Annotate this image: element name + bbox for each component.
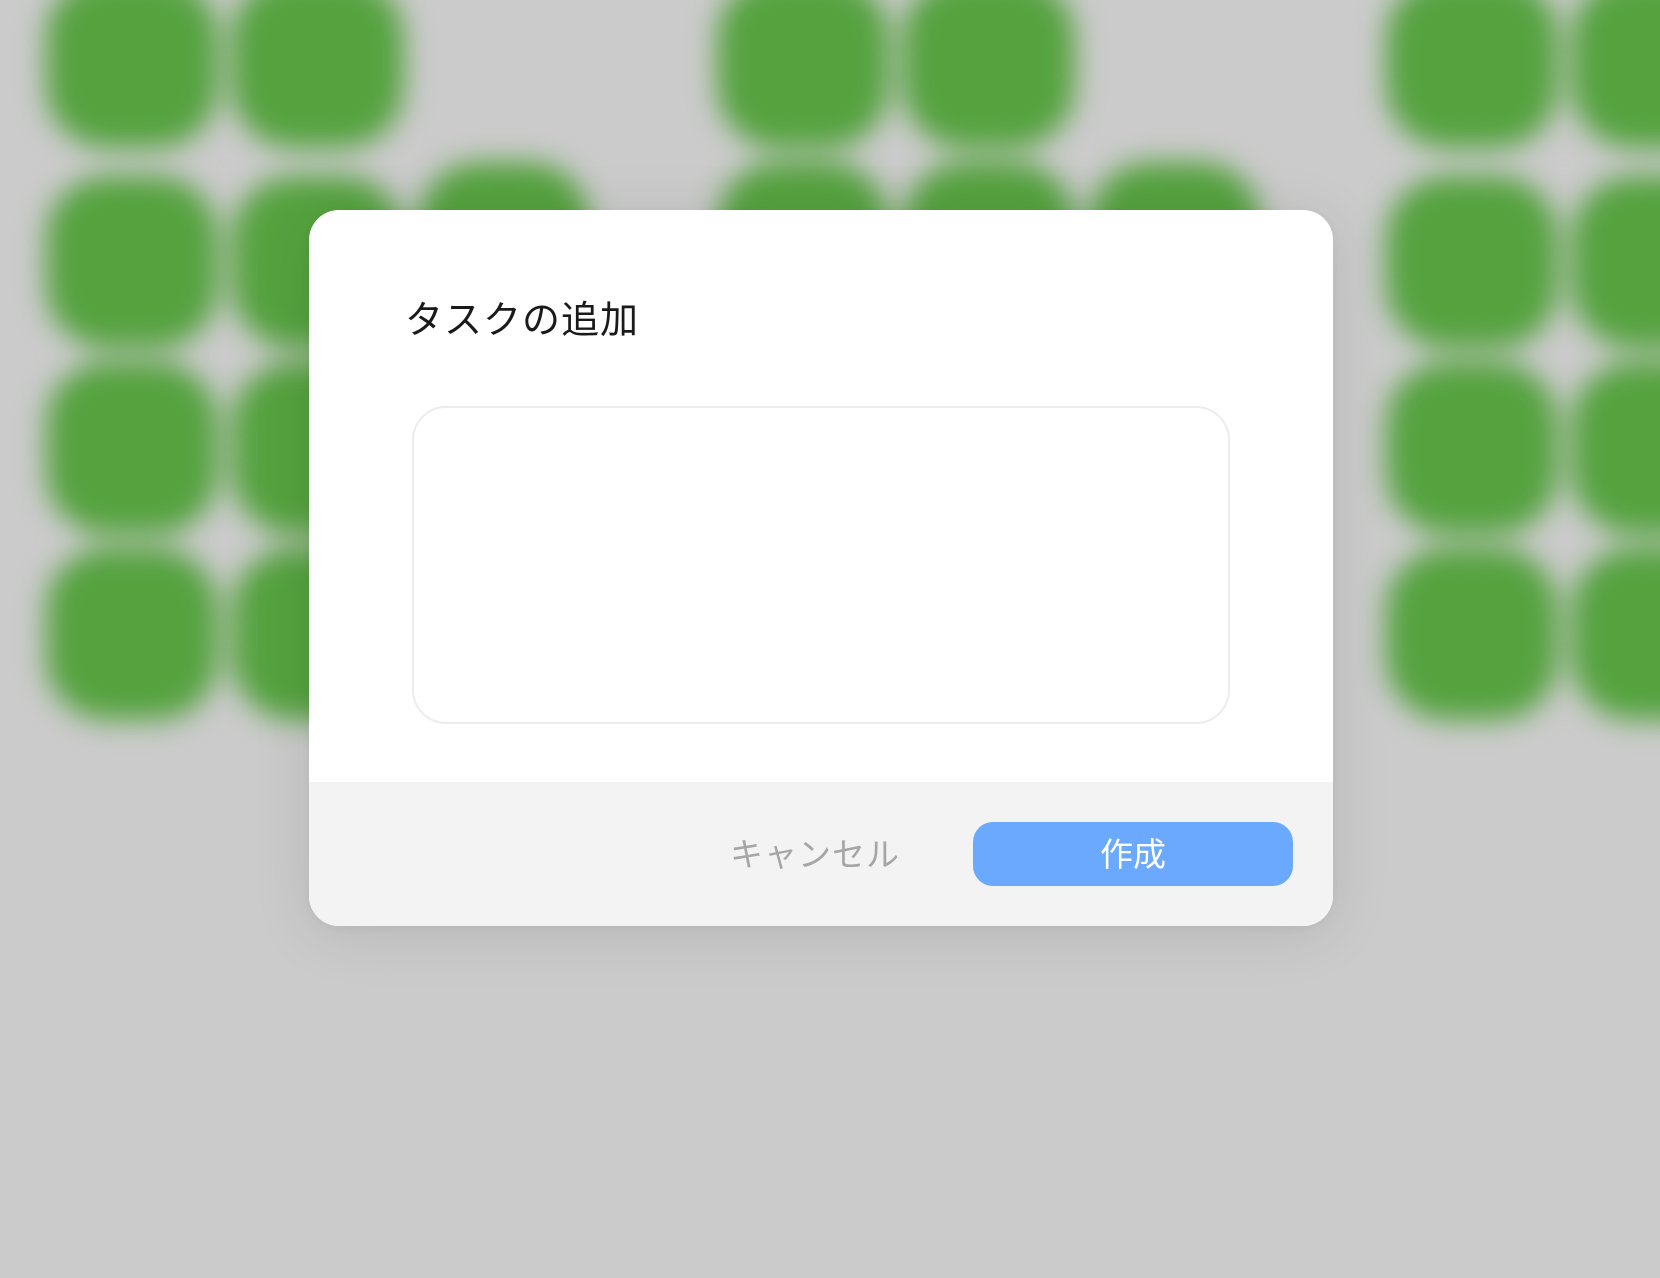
background-tile [46, 362, 218, 534]
background-tile [46, 548, 218, 720]
create-button[interactable]: 作成 [973, 822, 1293, 886]
task-input[interactable] [412, 406, 1230, 724]
background-tile [1572, 362, 1660, 534]
background-tile [717, 0, 889, 148]
background-tile [46, 0, 218, 148]
background-tile [1386, 548, 1558, 720]
dialog-footer: キャンセル 作成 [309, 782, 1333, 926]
cancel-button[interactable]: キャンセル [715, 822, 915, 886]
add-task-dialog: タスクの追加 キャンセル 作成 [309, 210, 1333, 926]
background-tile [1386, 362, 1558, 534]
background-tile [232, 0, 404, 148]
background-tile [1386, 176, 1558, 348]
background-tile [46, 176, 218, 348]
background-tile [903, 0, 1075, 148]
background-tile [1572, 176, 1660, 348]
background-tile [1386, 0, 1558, 148]
background-tile [1572, 0, 1660, 148]
background-tile [1572, 548, 1660, 720]
dialog-title: タスクの追加 [405, 298, 640, 342]
